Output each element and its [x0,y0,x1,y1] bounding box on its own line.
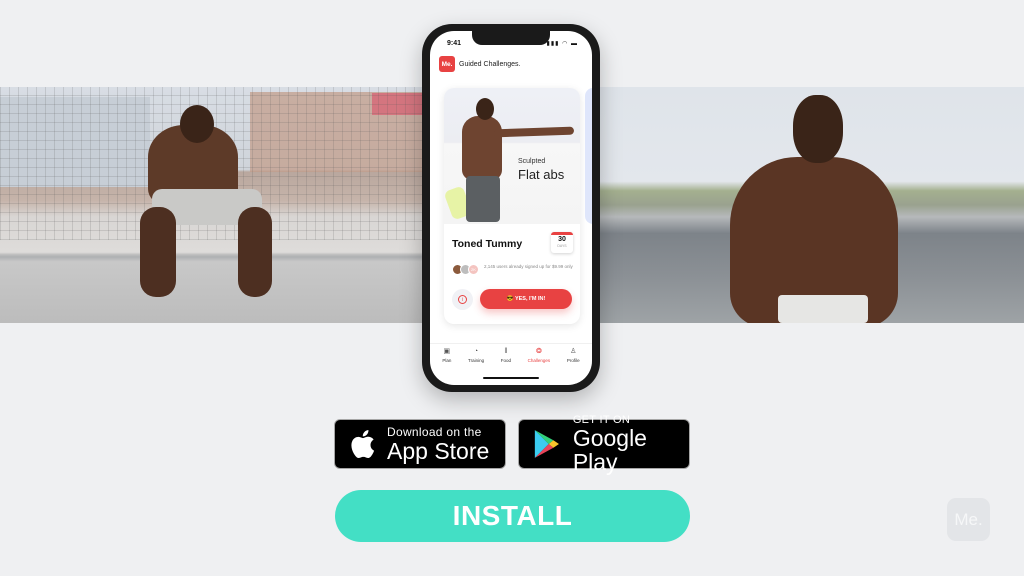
squat-photo [0,87,422,323]
status-time: 9:41 [447,40,462,47]
tab-bar: ▣ Plan ◔ Training ‖ Food ❂ Challenges ♙ … [430,343,592,373]
user-avatars: 2K [452,264,479,275]
duration-unit: DAYS [557,244,567,248]
image-torso [462,116,502,180]
duration-number: 30 [558,236,566,243]
runner-waistband [778,295,868,323]
next-card-peek[interactable] [585,88,592,224]
info-button[interactable]: i [452,289,473,310]
apple-icon [351,430,375,459]
challenge-card[interactable]: Sculpted Flat abs Toned Tummy 30 DAYS 2K… [444,88,580,324]
app-store-button[interactable]: Download on the App Store [334,419,506,469]
app-title: Guided Challenges. [459,60,521,68]
tab-label: Profile [566,358,580,363]
install-button[interactable]: INSTALL [335,490,690,542]
tab-label: Food [500,358,512,363]
avatar-count-badge: 2K [468,264,479,275]
tab-label: Training [468,358,485,363]
tab-plan[interactable]: ▣ Plan [442,348,451,373]
card-headline: Flat abs [518,167,565,182]
food-icon: ‖ [504,348,508,355]
challenge-name: Toned Tummy [452,238,523,250]
calendar-icon: 30 DAYS [551,232,573,253]
tab-label: Challenges [527,358,551,363]
info-icon: i [458,295,467,304]
card-subtitle: Sculpted [518,158,546,165]
google-play-icon [534,430,559,458]
tab-food[interactable]: ‖ Food [501,348,511,373]
app-store-small-text: Download on the [387,425,482,439]
challenge-image: Sculpted Flat abs [444,88,580,224]
training-icon: ◔ [473,348,479,355]
tab-challenges[interactable]: ❂ Challenges [528,348,551,373]
athlete-leg [238,207,272,297]
athlete-head [180,105,214,143]
image-arm [493,126,575,138]
phone-notch [472,31,550,45]
join-challenge-button[interactable]: 😎 YES, I'M IN! [480,289,572,309]
app-header: Me. Guided Challenges. [439,56,521,72]
profile-icon: ♙ [570,348,577,355]
google-play-big-text: Google Play [572,425,647,475]
phone-mockup: 9:41 ▮▮▮ ◠ ▬ Me. Guided Challenges. Scul… [422,24,600,392]
app-store-big-text: App Store [387,438,490,464]
phone-screen: 9:41 ▮▮▮ ◠ ▬ Me. Guided Challenges. Scul… [430,31,592,385]
running-photo [600,87,1024,323]
plan-icon: ▣ [443,348,451,355]
brand-watermark-logo: Me. [947,498,990,541]
tab-training[interactable]: ◔ Training [468,348,484,373]
home-indicator [483,377,539,379]
status-icons: ▮▮▮ ◠ ▬ [546,41,578,47]
tab-label: Plan [442,358,452,363]
image-head [476,98,494,120]
signup-count-text: 2,145 users already signed up for $9.99 … [484,264,573,269]
tab-profile[interactable]: ♙ Profile [567,348,580,373]
google-play-button[interactable]: GET IT ON Google Play [518,414,690,474]
challenges-icon: ❂ [535,348,542,355]
app-logo: Me. [439,56,455,72]
image-shorts [466,176,500,222]
athlete-leg [140,207,176,297]
runner-head [793,95,843,163]
